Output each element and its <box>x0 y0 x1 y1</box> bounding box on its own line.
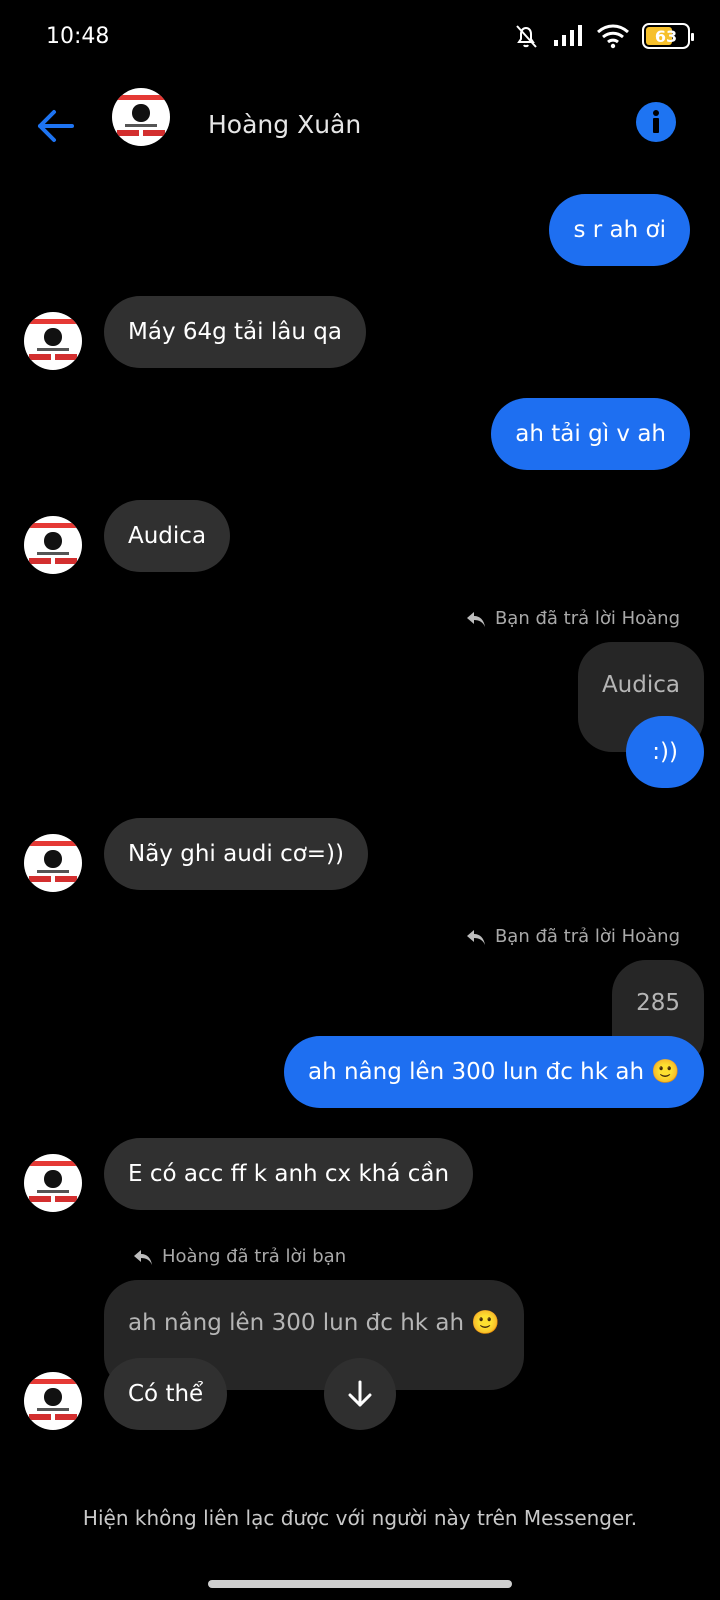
message-bubble-outgoing[interactable]: s r ah ơi <box>549 194 690 266</box>
info-button[interactable] <box>636 102 676 142</box>
message-bubble-incoming[interactable]: Nãy ghi audi cơ=)) <box>104 818 369 890</box>
signal-icon <box>554 25 582 46</box>
reply-label: Hoàng đã trả lời bạn <box>132 1246 346 1267</box>
reply-label: Bạn đã trả lời Hoàng <box>465 926 680 947</box>
sender-avatar[interactable] <box>24 312 82 370</box>
arrow-down-icon <box>348 1380 372 1407</box>
contact-name[interactable]: Hoàng Xuân <box>208 110 361 139</box>
reply-label: Bạn đã trả lời Hoàng <box>465 608 680 629</box>
battery-icon: 63 <box>642 23 694 49</box>
contact-avatar[interactable] <box>112 88 170 146</box>
status-time: 10:48 <box>46 24 110 49</box>
sender-avatar[interactable] <box>24 1372 82 1430</box>
back-button[interactable] <box>34 104 78 148</box>
message-bubble-incoming[interactable]: Máy 64g tải lâu qa <box>104 296 366 368</box>
reply-label-text: Hoàng đã trả lời bạn <box>162 1246 347 1267</box>
reply-label-text: Bạn đã trả lời Hoàng <box>494 608 680 629</box>
scroll-to-bottom-button[interactable] <box>324 1358 396 1430</box>
unavailable-notice: Hiện không liên lạc được với người này t… <box>82 1506 638 1530</box>
sender-avatar[interactable] <box>24 834 82 892</box>
sender-avatar[interactable] <box>24 1154 82 1212</box>
bell-muted-icon <box>516 25 537 48</box>
chat-header: Hoàng Xuân <box>0 86 720 166</box>
info-icon <box>653 110 659 133</box>
message-bubble-incoming[interactable]: E có acc ff k anh cx khá cần <box>104 1138 474 1210</box>
message-bubble-outgoing[interactable]: ah nâng lên 300 lun đc hk ah 🙂 <box>283 1036 704 1108</box>
wifi-icon <box>597 24 629 49</box>
message-bubble-outgoing[interactable]: :)) <box>626 716 704 788</box>
status-icons: 63 <box>512 22 694 50</box>
sender-avatar[interactable] <box>24 516 82 574</box>
home-indicator[interactable] <box>208 1580 512 1588</box>
reply-arrow-icon <box>134 1249 152 1265</box>
battery-level: 63 <box>654 26 678 46</box>
arrow-left-icon <box>38 110 74 142</box>
reply-label-text: Bạn đã trả lời Hoàng <box>494 926 680 947</box>
message-bubble-outgoing[interactable]: ah tải gì v ah <box>491 398 690 470</box>
reply-arrow-icon <box>466 611 485 627</box>
reply-arrow-icon <box>466 929 485 945</box>
message-bubble-incoming[interactable]: Audica <box>104 500 231 572</box>
message-bubble-incoming[interactable]: Có thể <box>104 1358 228 1430</box>
status-bar: 10:48 63 <box>0 0 720 76</box>
